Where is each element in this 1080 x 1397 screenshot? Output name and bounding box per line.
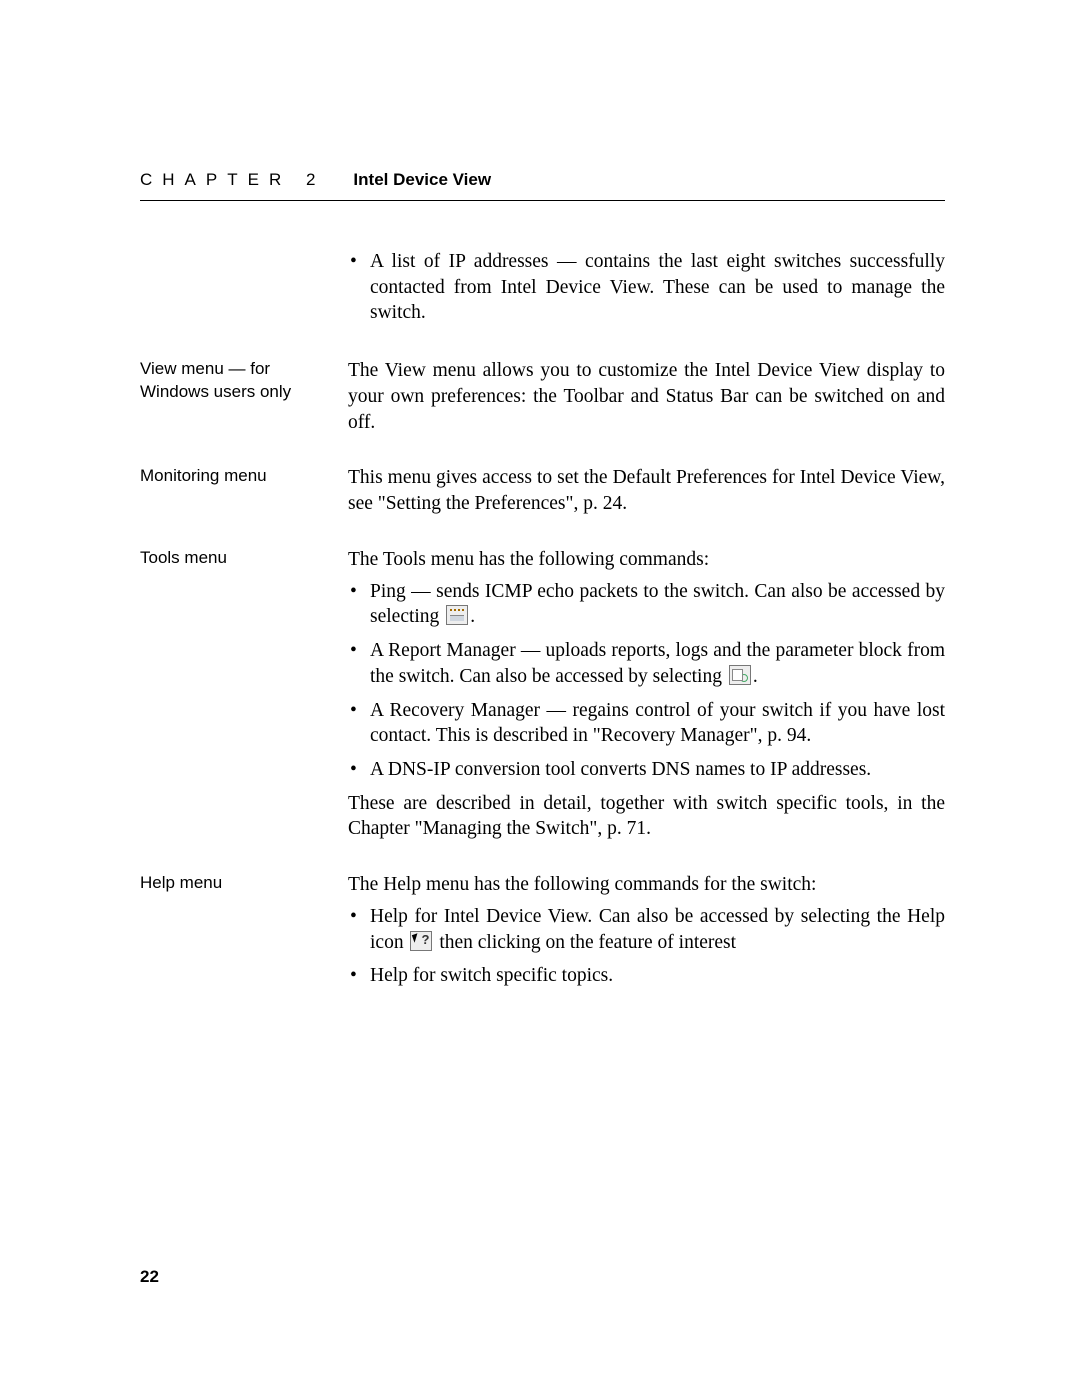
running-head: CHAPTER 2 Intel Device View: [140, 170, 945, 201]
text-tools-intro: The Tools menu has the following command…: [348, 547, 945, 573]
text-help-intro: The Help menu has the following commands…: [348, 872, 945, 898]
text-view-menu: The View menu allows you to customize th…: [348, 358, 945, 435]
section-tools-menu: Tools menu The Tools menu has the follow…: [140, 547, 945, 848]
bullet-ping: Ping — sends ICMP echo packets to the sw…: [348, 579, 945, 630]
bullet-report-manager: A Report Manager — uploads reports, logs…: [348, 638, 945, 689]
report-manager-icon: [729, 665, 751, 685]
section-view-menu: View menu — for Windows users only The V…: [140, 358, 945, 441]
text-tools-outro: These are described in detail, together …: [348, 791, 945, 842]
side-tools-menu: Tools menu: [140, 547, 348, 570]
side-help-menu: Help menu: [140, 872, 348, 895]
bullet-dns-ip: A DNS-IP conversion tool converts DNS na…: [348, 757, 945, 783]
side-view-menu: View menu — for Windows users only: [140, 358, 348, 404]
bullet-ip-list: A list of IP addresses — contains the la…: [348, 249, 945, 326]
text-ping-b: .: [470, 606, 475, 627]
bullet-help-idv: Help for Intel Device View. Can also be …: [348, 904, 945, 955]
text-report-b: .: [753, 666, 758, 687]
help-pointer-icon: [410, 931, 432, 951]
chapter-title: Intel Device View: [353, 170, 491, 190]
bullet-help-specific: Help for switch specific topics.: [348, 963, 945, 989]
bullet-recovery-manager: A Recovery Manager — regains control of …: [348, 698, 945, 749]
ping-icon: [446, 605, 468, 625]
side-monitoring-menu: Monitoring menu: [140, 465, 348, 488]
text-monitoring-menu: This menu gives access to set the Defaul…: [348, 465, 945, 516]
text-report-a: A Report Manager — uploads reports, logs…: [370, 640, 945, 687]
text-help-idv-b: then clicking on the feature of interest: [434, 932, 736, 953]
section-help-menu: Help menu The Help menu has the followin…: [140, 872, 945, 997]
section-monitoring-menu: Monitoring menu This menu gives access t…: [140, 465, 945, 522]
section-ip-list: A list of IP addresses — contains the la…: [140, 249, 945, 334]
page-number: 22: [140, 1267, 159, 1287]
page: CHAPTER 2 Intel Device View A list of IP…: [0, 0, 1080, 1397]
chapter-label: CHAPTER 2: [140, 170, 325, 190]
